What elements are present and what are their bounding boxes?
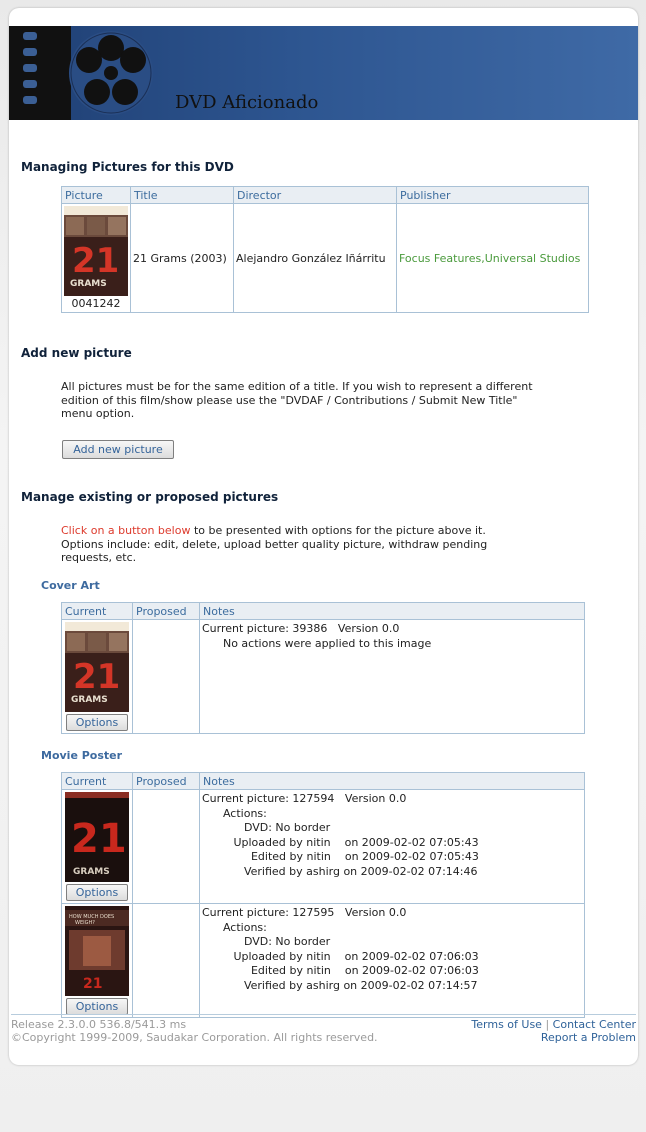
cover-art-table: Current Proposed Notes 21 GRAMS Options … [61,602,585,734]
film-reel-icon [69,31,153,115]
hint-highlight: Click on a button below [61,524,191,537]
svg-text:21: 21 [73,657,120,697]
col-director: Director [233,186,397,204]
svg-text:GRAMS: GRAMS [71,695,108,705]
col-picture: Picture [61,186,131,204]
svg-text:WEIGH?: WEIGH? [75,920,95,926]
current-picture-cell: 21 GRAMS Options [61,619,133,734]
add-new-picture-button[interactable]: Add new picture [62,440,174,459]
publisher-link[interactable]: Focus Features,Universal Studios [396,203,589,313]
col-proposed: Proposed [132,602,200,620]
options-button[interactable]: Options [66,714,128,731]
film-hole [23,96,37,104]
page-frame: DVD Aficionado Managing Pictures for thi… [9,8,638,1065]
dvd-cover-thumbnail[interactable]: 21 GRAMS [64,206,128,296]
title-cell: 21 Grams (2003) [130,203,234,313]
dvd-info-table: Picture Title Director Publisher 21 GRAM… [61,186,589,313]
director-cell: Alejandro González Iñárritu [233,203,397,313]
picture-id: 0041242 [71,297,121,310]
page-footer: Release 2.3.0.0 536.8/541.3 ms ©Copyrigh… [11,1014,636,1044]
col-current: Current [61,602,133,620]
notes-cell: Current picture: 127595 Version 0.0 Acti… [199,903,585,1018]
options-button[interactable]: Options [66,998,128,1015]
manage-instructions: Click on a button below to be presented … [61,524,513,565]
film-hole [23,80,37,88]
col-notes: Notes [199,602,585,620]
film-hole [23,48,37,56]
site-banner[interactable]: DVD Aficionado [9,26,638,120]
link-separator: | [545,1018,550,1031]
notes-cell: Current picture: 127594 Version 0.0 Acti… [199,789,585,904]
picture-cell: 21 GRAMS 0041242 [61,203,131,313]
footer-info: Release 2.3.0.0 536.8/541.3 ms ©Copyrigh… [11,1018,378,1044]
section-title-managing: Managing Pictures for this DVD [21,160,234,174]
release-info: Release 2.3.0.0 536.8/541.3 ms [11,1018,187,1031]
col-proposed: Proposed [132,772,200,790]
svg-text:21: 21 [72,241,119,281]
cover-art-heading: Cover Art [41,579,100,592]
section-title-manage: Manage existing or proposed pictures [21,490,279,504]
svg-text:21: 21 [83,976,102,992]
proposed-cell [132,619,200,734]
cover-art-thumbnail[interactable]: 21 GRAMS [65,622,129,712]
poster-thumbnail-2[interactable]: HOW MUCH DOES WEIGH? 21 [65,906,129,996]
col-notes: Notes [199,772,585,790]
movie-poster-heading: Movie Poster [41,749,123,762]
notes-cell: Current picture: 39386 Version 0.0 No ac… [199,619,585,734]
contact-center-link[interactable]: Contact Center [553,1018,636,1031]
proposed-cell [132,789,200,904]
svg-text:21: 21 [71,816,127,862]
copyright-text: ©Copyright 1999-2009, Saudakar Corporati… [11,1031,378,1044]
options-button[interactable]: Options [66,884,128,901]
col-title: Title [130,186,234,204]
footer-links: Terms of Use | Contact Center Report a P… [471,1018,636,1044]
section-title-add: Add new picture [21,346,132,360]
poster-thumbnail-1[interactable]: 21 GRAMS [65,792,129,882]
col-current: Current [61,772,133,790]
add-picture-instructions: All pictures must be for the same editio… [61,380,533,420]
site-title: DVD Aficionado [175,92,319,113]
svg-text:GRAMS: GRAMS [73,867,110,877]
current-picture-cell: 21 GRAMS Options [61,789,133,904]
col-publisher: Publisher [396,186,589,204]
movie-poster-table: Current Proposed Notes 21 GRAMS Options [61,772,585,1018]
svg-text:GRAMS: GRAMS [70,279,107,289]
proposed-cell [132,903,200,1018]
film-hole [23,32,37,40]
terms-of-use-link[interactable]: Terms of Use [471,1018,542,1031]
current-picture-cell: HOW MUCH DOES WEIGH? 21 Options [61,903,133,1018]
film-hole [23,64,37,72]
report-problem-link[interactable]: Report a Problem [541,1031,636,1044]
